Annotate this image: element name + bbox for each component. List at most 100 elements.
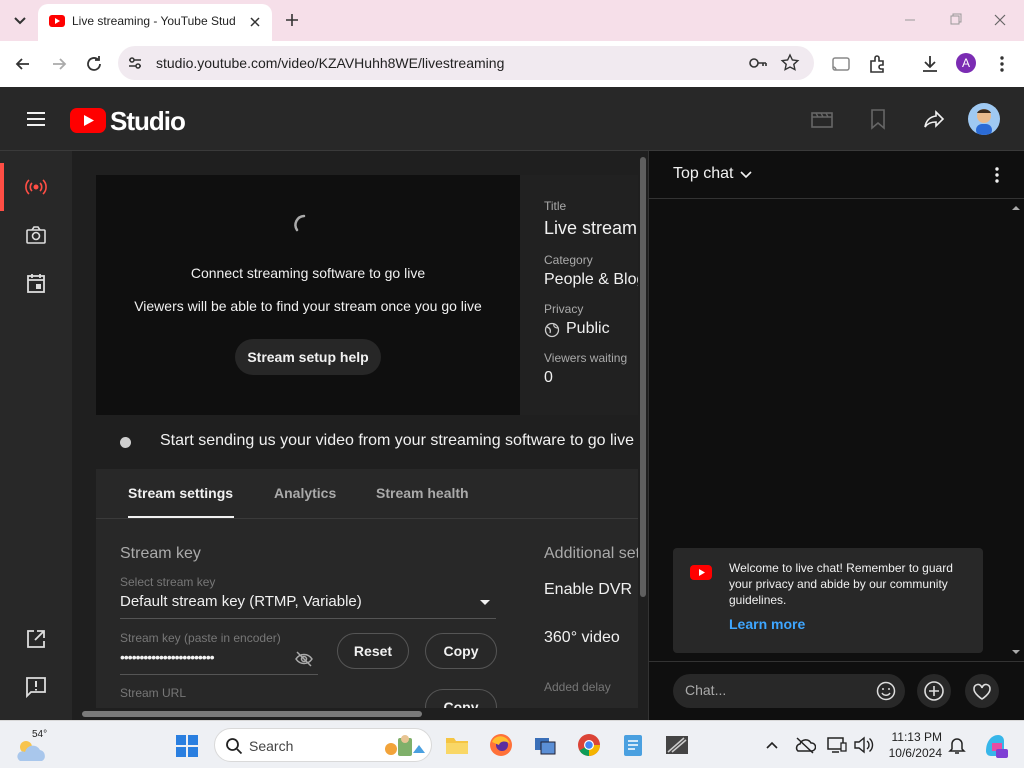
taskbar-search[interactable]: Search	[214, 728, 432, 762]
firefox-icon[interactable]	[488, 732, 514, 758]
tab-stream-settings[interactable]: Stream settings	[128, 485, 233, 501]
clapperboard-icon[interactable]	[810, 107, 834, 131]
select-label: Select stream key	[120, 575, 216, 589]
profile-avatar[interactable]: A	[956, 53, 976, 73]
start-button[interactable]	[175, 734, 199, 758]
chat-mode-dropdown[interactable]: Top chat	[673, 165, 763, 185]
media-app-icon[interactable]	[664, 732, 690, 758]
site-info-icon[interactable]	[126, 54, 144, 72]
video-360-label[interactable]: 360° video	[544, 629, 620, 647]
browser-toolbar: studio.youtube.com/video/KZAVHuhh8WE/liv…	[0, 41, 1024, 87]
preview-line-2: Viewers will be able to find your stream…	[134, 298, 482, 314]
chat-welcome-card: Welcome to live chat! Remember to guard …	[673, 548, 983, 653]
address-bar[interactable]: studio.youtube.com/video/KZAVHuhh8WE/liv…	[118, 46, 814, 80]
search-placeholder: Search	[249, 738, 294, 754]
scrollbar-thumb[interactable]	[640, 157, 646, 597]
left-navigation	[0, 151, 72, 720]
display-icon[interactable]	[826, 735, 848, 755]
new-tab-button[interactable]	[282, 10, 302, 30]
notepad-icon[interactable]	[621, 732, 645, 758]
chevron-down-icon	[740, 171, 752, 179]
reload-button[interactable]	[83, 53, 105, 75]
weather-widget[interactable]: 54°	[14, 727, 54, 763]
stream-key-value: ••••••••••••••••••••••••	[120, 649, 215, 665]
window-close-button[interactable]	[990, 10, 1010, 30]
vertical-scrollbar[interactable]	[638, 151, 648, 720]
windows-taskbar: 54° Search 11:13 PM 10/6/2024	[0, 720, 1024, 768]
stream-key-label: Stream key (paste in encoder)	[120, 631, 281, 645]
category-label: Category	[544, 253, 593, 267]
nav-item-feedback[interactable]	[24, 675, 48, 699]
chat-mode-label: Top chat	[673, 165, 734, 182]
tray-overflow-icon[interactable]	[764, 737, 780, 753]
add-button[interactable]	[917, 674, 951, 708]
reload-icon	[87, 56, 101, 71]
search-highlight-icon	[383, 733, 427, 759]
chat-input[interactable]: Chat...	[673, 674, 905, 708]
tab-search-button[interactable]	[8, 8, 32, 32]
bookmark-star-icon[interactable]	[780, 53, 800, 73]
cloud-offline-icon[interactable]	[794, 735, 816, 755]
youtube-logo-icon	[690, 565, 712, 580]
network-app-icon[interactable]	[532, 732, 558, 758]
chrome-icon[interactable]	[576, 732, 602, 758]
nav-item-calendar[interactable]	[24, 271, 48, 295]
arrow-right-icon	[53, 58, 67, 70]
chevron-down-icon	[14, 17, 26, 25]
windows-logo-icon	[176, 735, 198, 757]
privacy-value: Public	[566, 320, 610, 337]
chat-scrollbar-down-icon[interactable]	[1011, 647, 1021, 657]
chat-input-placeholder: Chat...	[685, 682, 727, 698]
emoji-icon[interactable]	[875, 680, 897, 702]
browser-tab-active[interactable]: Live streaming - YouTube Studio	[38, 4, 272, 41]
stream-settings-panel: Stream key Select stream key Default str…	[96, 519, 648, 720]
studio-logo[interactable]: Studio	[70, 105, 186, 136]
tab-analytics[interactable]: Analytics	[274, 485, 336, 501]
stream-preview: Connect streaming software to go live Vi…	[96, 175, 520, 415]
chat-scrollbar-up-icon[interactable]	[1011, 203, 1021, 213]
status-dot	[120, 437, 131, 448]
nav-item-popout[interactable]	[24, 627, 48, 651]
camera-icon	[26, 226, 46, 244]
bookmark-icon[interactable]	[866, 107, 890, 131]
url-text[interactable]: studio.youtube.com/video/KZAVHuhh8WE/liv…	[156, 55, 636, 73]
password-key-icon[interactable]	[748, 54, 768, 72]
cast-icon[interactable]	[830, 53, 852, 75]
h-scrollbar-thumb[interactable]	[82, 711, 422, 717]
copy-key-button[interactable]: Copy	[425, 633, 497, 669]
share-icon[interactable]	[922, 107, 946, 131]
stream-key-field[interactable]: Stream key (paste in encoder) ••••••••••…	[120, 629, 318, 675]
globe-icon	[544, 322, 560, 338]
horizontal-scrollbar[interactable]	[72, 708, 638, 720]
file-explorer-icon[interactable]	[444, 732, 470, 758]
restore-button[interactable]	[945, 10, 965, 30]
enable-dvr-label[interactable]: Enable DVR	[544, 581, 632, 599]
copilot-icon[interactable]	[982, 731, 1008, 759]
channel-avatar[interactable]	[968, 103, 1000, 135]
stream-setup-help-button[interactable]: Stream setup help	[235, 339, 381, 375]
learn-more-link[interactable]: Learn more	[729, 616, 805, 632]
status-bar: Start sending us your video from your st…	[96, 415, 640, 469]
stream-key-select[interactable]: Select stream key Default stream key (RT…	[120, 573, 496, 619]
stream-metadata: Title Live stream Category People & Blog…	[520, 175, 648, 415]
nav-item-camera[interactable]	[24, 223, 48, 247]
back-button[interactable]	[12, 53, 34, 75]
extensions-icon[interactable]	[866, 53, 888, 75]
tab-stream-health[interactable]: Stream health	[376, 485, 469, 501]
downloads-icon[interactable]	[919, 53, 941, 75]
tab-close-icon[interactable]	[246, 13, 264, 31]
welcome-text: Welcome to live chat! Remember to guard …	[729, 561, 953, 607]
browser-menu-icon[interactable]	[992, 53, 1012, 75]
notification-bell-icon[interactable]	[948, 735, 966, 755]
dropdown-arrow-icon	[478, 597, 492, 607]
hamburger-menu-icon[interactable]	[24, 107, 48, 131]
clock[interactable]: 11:13 PM 10/6/2024	[872, 728, 942, 764]
minimize-button[interactable]	[900, 10, 920, 30]
chat-more-icon[interactable]	[987, 165, 1007, 185]
forward-button[interactable]	[48, 53, 70, 75]
nav-item-live[interactable]	[0, 163, 72, 211]
heart-button[interactable]	[965, 674, 999, 708]
volume-icon[interactable]	[852, 735, 874, 755]
visibility-off-icon[interactable]	[294, 649, 314, 669]
reset-button[interactable]: Reset	[337, 633, 409, 669]
